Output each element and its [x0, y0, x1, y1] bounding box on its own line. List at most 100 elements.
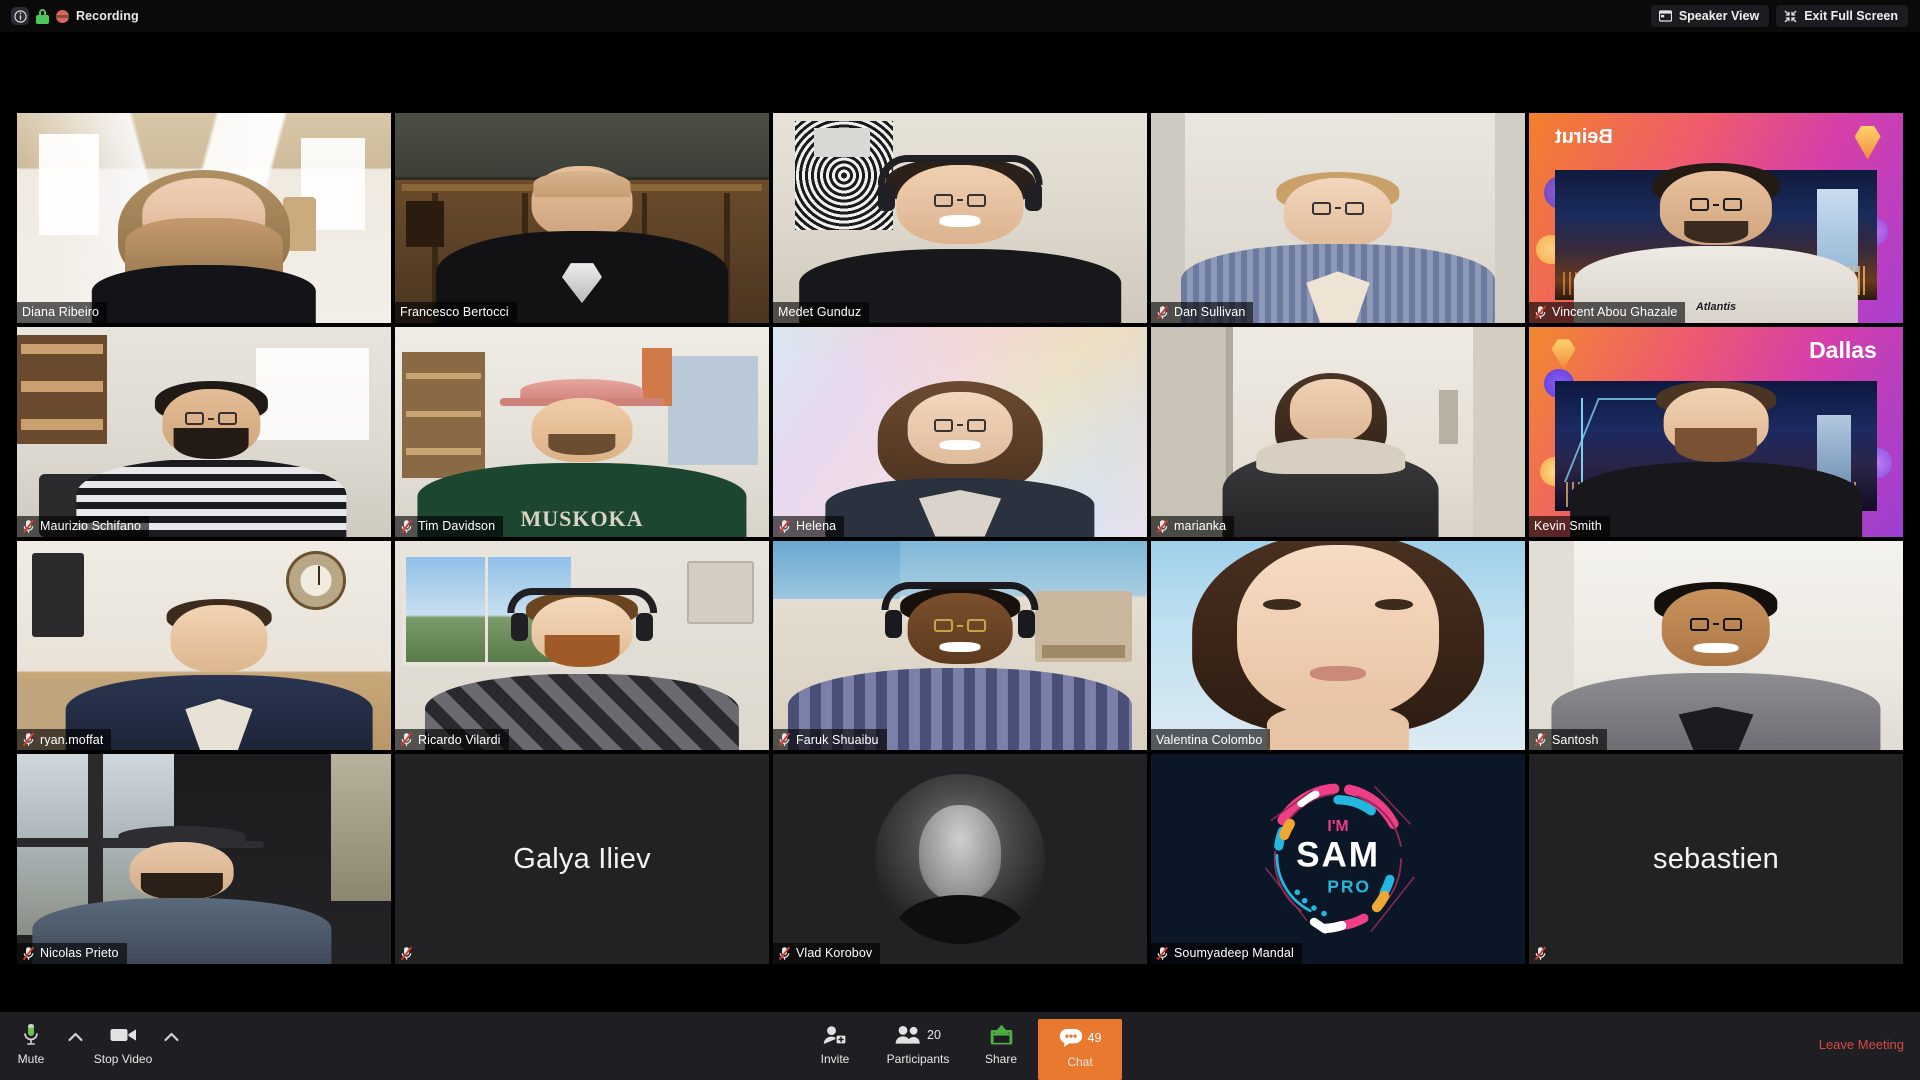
participant-name: Faruk Shuaibu [796, 733, 879, 746]
audio-options-button[interactable] [62, 1019, 88, 1053]
participant-name-badge: Soumyadeep Mandal [1151, 943, 1302, 964]
participant-name: Soumyadeep Mandal [1174, 947, 1294, 960]
participant-name-badge: Vincent Abou Ghazale [1529, 301, 1686, 323]
info-icon[interactable] [11, 7, 29, 25]
participant-tile[interactable]: Dan Sullivan [1151, 113, 1525, 323]
participant-name-badge: Tim Davidson [395, 515, 504, 537]
eyeglasses-icon [934, 619, 986, 633]
participant-name-badge: Dan Sullivan [1151, 301, 1254, 323]
participant-tile[interactable]: Dallas Kevin Smith [1529, 326, 1903, 537]
participant-tile[interactable]: marianka [1151, 326, 1525, 537]
participant-tile[interactable]: Nicolas Prieto [17, 754, 391, 964]
microphone-muted-icon [22, 732, 35, 747]
participants-button[interactable]: 20 Participants [872, 1019, 964, 1066]
participant-video-grid: Diana Ribeiro Francesco Bertocci Medet G… [17, 113, 1903, 964]
view-controls: Speaker View Exit Full Screen [1650, 5, 1908, 27]
participant-name-badge: ryan.moffat [17, 729, 112, 751]
video-feed [1151, 113, 1525, 323]
add-person-icon [823, 1022, 847, 1047]
participant-tile-no-video[interactable]: Vlad Korobov [773, 754, 1147, 964]
participant-tile-active-speaker[interactable]: Medet Gunduz [773, 113, 1147, 323]
microphone-muted-icon [778, 946, 791, 961]
microphone-muted-icon [400, 519, 413, 533]
virtual-background-label: Dallas [1809, 337, 1877, 364]
eyeglasses-icon [185, 412, 238, 426]
leave-meeting-button[interactable]: Leave Meeting [1819, 1037, 1904, 1052]
chevron-up-icon [67, 1032, 83, 1042]
participant-tile-no-video[interactable]: Galya Iliev [395, 754, 769, 964]
participant-tile[interactable]: Beirut Atlantis Vincent Abou Ghazale [1529, 113, 1903, 323]
participant-name: Nicolas Prieto [40, 947, 119, 960]
participant-tile-no-video[interactable]: sebastien [1529, 754, 1903, 964]
participant-name: ryan.moffat [40, 733, 104, 746]
participant-name-badge: Valentina Colombo [1151, 729, 1271, 751]
participant-name: Kevin Smith [1534, 519, 1602, 533]
exit-fullscreen-icon [1784, 10, 1797, 23]
leave-group: Leave Meeting [1819, 1012, 1904, 1080]
invite-label: Invite [820, 1052, 850, 1066]
participant-name: Ricardo Vilardi [418, 733, 501, 746]
video-off-placeholder: sebastien [1529, 754, 1903, 964]
video-feed [17, 326, 391, 537]
participant-tile[interactable]: Francesco Bertocci [395, 113, 769, 323]
participant-name-badge: Francesco Bertocci [395, 301, 517, 323]
participant-name-badge: Faruk Shuaibu [773, 729, 887, 751]
zoom-meeting-window: Recording Speaker View Exit Full Screen … [0, 0, 1920, 1080]
avatar [875, 774, 1045, 945]
video-feed: MUSKOKA [395, 326, 769, 537]
video-feed [1151, 326, 1525, 537]
participant-tile[interactable]: I'M SAM PRO Soumyadeep Mandal [1151, 754, 1525, 964]
participant-name: Vlad Korobov [796, 947, 873, 960]
video-feed [1151, 540, 1525, 751]
recording-indicator-icon[interactable] [56, 9, 69, 23]
chevron-up-icon [163, 1032, 179, 1042]
mute-button[interactable]: Mute [0, 1019, 62, 1066]
meeting-controls-toolbar: Mute Stop Video Invite 20 Participants S… [0, 1012, 1920, 1080]
participant-tile[interactable]: Valentina Colombo [1151, 540, 1525, 751]
chat-button[interactable]: 49 Chat [1038, 1019, 1122, 1080]
participant-name: Diana Ribeiro [22, 306, 100, 319]
speaker-view-button[interactable]: Speaker View [1650, 5, 1770, 27]
video-feed [1529, 540, 1903, 751]
participant-name-badge: Vlad Korobov [773, 943, 881, 964]
people-icon [895, 1025, 922, 1044]
invite-button[interactable]: Invite [798, 1019, 872, 1066]
participant-name-badge: marianka [1151, 515, 1235, 537]
participant-tile[interactable]: Helena [773, 326, 1147, 537]
share-label: Share [984, 1052, 1018, 1066]
profile-avatar [773, 754, 1147, 964]
recording-label: Recording [76, 9, 139, 23]
meeting-top-bar: Recording Speaker View Exit Full Screen [0, 0, 1920, 32]
video-options-button[interactable] [158, 1019, 184, 1053]
participant-name: Dan Sullivan [1174, 306, 1246, 319]
logo-text-sam: SAM [1296, 836, 1380, 875]
microphone-muted-icon [22, 946, 35, 961]
stop-video-button[interactable]: Stop Video [88, 1019, 158, 1066]
participant-tile[interactable]: Diana Ribeiro [17, 113, 391, 323]
video-feed [17, 540, 391, 751]
sam-pro-logo-icon: I'M SAM PRO [1265, 783, 1415, 934]
participant-name-badge: Kevin Smith [1529, 515, 1610, 537]
participant-name: Vincent Abou Ghazale [1552, 306, 1678, 319]
participant-name-badge: Diana Ribeiro [17, 301, 108, 323]
eyeglasses-icon [1312, 201, 1364, 215]
video-camera-icon [110, 1022, 137, 1047]
participant-tile[interactable]: ryan.moffat [17, 540, 391, 751]
exit-full-screen-button[interactable]: Exit Full Screen [1776, 5, 1908, 27]
eyeglasses-icon [1690, 617, 1742, 631]
participant-tile[interactable]: Santosh [1529, 540, 1903, 751]
microphone-muted-icon [778, 519, 791, 533]
video-feed [17, 754, 391, 964]
share-screen-icon [990, 1022, 1013, 1047]
participant-tile[interactable]: Ricardo Vilardi [395, 540, 769, 751]
participant-tile[interactable]: Faruk Shuaibu [773, 540, 1147, 751]
participant-name-badge: Santosh [1529, 729, 1607, 751]
video-feed [773, 113, 1147, 323]
share-screen-button[interactable]: Share [964, 1019, 1038, 1066]
participant-tile[interactable]: Maurizio Schifano [17, 326, 391, 537]
participant-tile[interactable]: MUSKOKA Tim Davidson [395, 326, 769, 537]
speaker-view-icon [1658, 10, 1672, 22]
chat-bubble-icon [1059, 1028, 1083, 1047]
video-feed [17, 113, 391, 323]
participant-name-badge: Medet Gunduz [773, 301, 870, 323]
